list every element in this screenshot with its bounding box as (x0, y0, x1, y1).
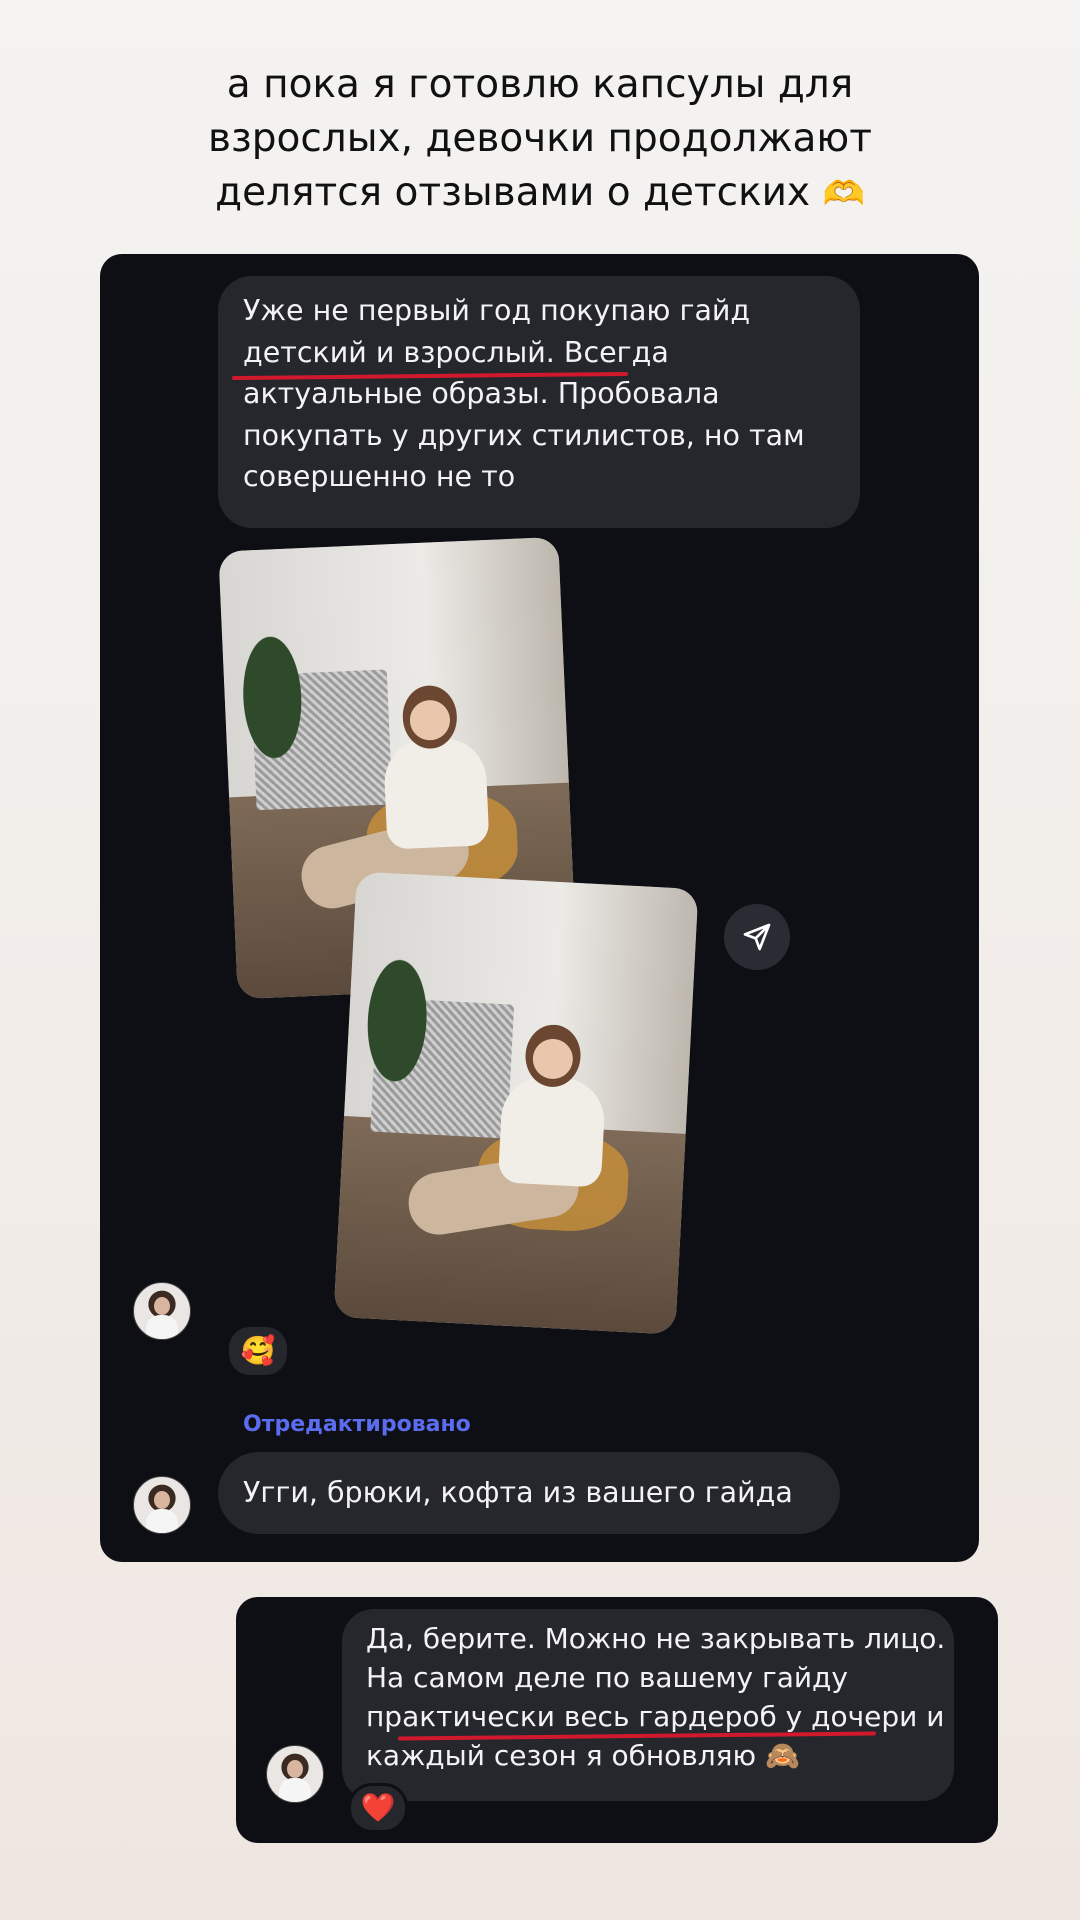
share-button[interactable] (724, 904, 790, 970)
chat-screenshot-2: Да, берите. Можно не закрывать лицо. На … (236, 1597, 998, 1843)
story-headline: а пока я готовлю капсулы для взрослых, д… (60, 58, 1020, 221)
message-line: актуальные образы. Пробовала (243, 377, 720, 410)
message-line: Уже не первый год покупаю гайд (243, 294, 751, 327)
message-bubble-items[interactable]: Угги, брюки, кофта из вашего гайда (218, 1452, 840, 1534)
chat-screenshot-1: Уже не первый год покупаю гайд детский и… (100, 254, 979, 1562)
smiling-hearts-emoji: 🥰 (240, 1335, 276, 1366)
avatar[interactable] (133, 1476, 191, 1534)
heart-hands-emoji: 🫶 (822, 174, 865, 214)
message-bubble-reply[interactable]: Да, берите. Можно не закрывать лицо. На … (342, 1609, 954, 1801)
message-text: Угги, брюки, кофта из вашего гайда (243, 1476, 793, 1509)
message-line-4: каждый сезон я обновляю 🙈 (366, 1736, 930, 1775)
message-line: Да, берите. Можно не закрывать лицо. (366, 1622, 946, 1655)
headline-line-2: взрослых, девочки продолжают (208, 116, 872, 161)
message-line: покупать у других стилистов, но там (243, 418, 805, 452)
message-line: практически весь гардероб у дочери и (366, 1700, 945, 1733)
message-line-text: каждый сезон я обновляю (366, 1739, 757, 1772)
message-line: детский и взрослый. Всегда (243, 335, 669, 369)
message-bubble-review[interactable]: Уже не первый год покупаю гайд детский и… (218, 276, 860, 528)
edited-label: Отредактировано (243, 1412, 471, 1437)
message-line: совершенно не то (243, 460, 516, 493)
avatar[interactable] (133, 1282, 191, 1340)
see-no-evil-monkey-emoji: 🙈 (765, 1739, 800, 1772)
reaction-badge[interactable]: ❤️ (348, 1783, 408, 1833)
photo-message-2[interactable] (333, 871, 699, 1335)
avatar[interactable] (266, 1745, 324, 1803)
red-heart-emoji: ❤️ (360, 1792, 396, 1823)
headline-line-3: делятся отзывами о детских 🫶 (60, 166, 1020, 221)
headline-line-3-text: делятся отзывами о детских (215, 170, 811, 215)
paper-plane-icon (743, 923, 771, 951)
reaction-badge[interactable]: 🥰 (226, 1324, 290, 1378)
headline-line-1: а пока я готовлю капсулы для (226, 62, 854, 107)
message-line: На самом деле по вашему гайду (366, 1661, 848, 1694)
